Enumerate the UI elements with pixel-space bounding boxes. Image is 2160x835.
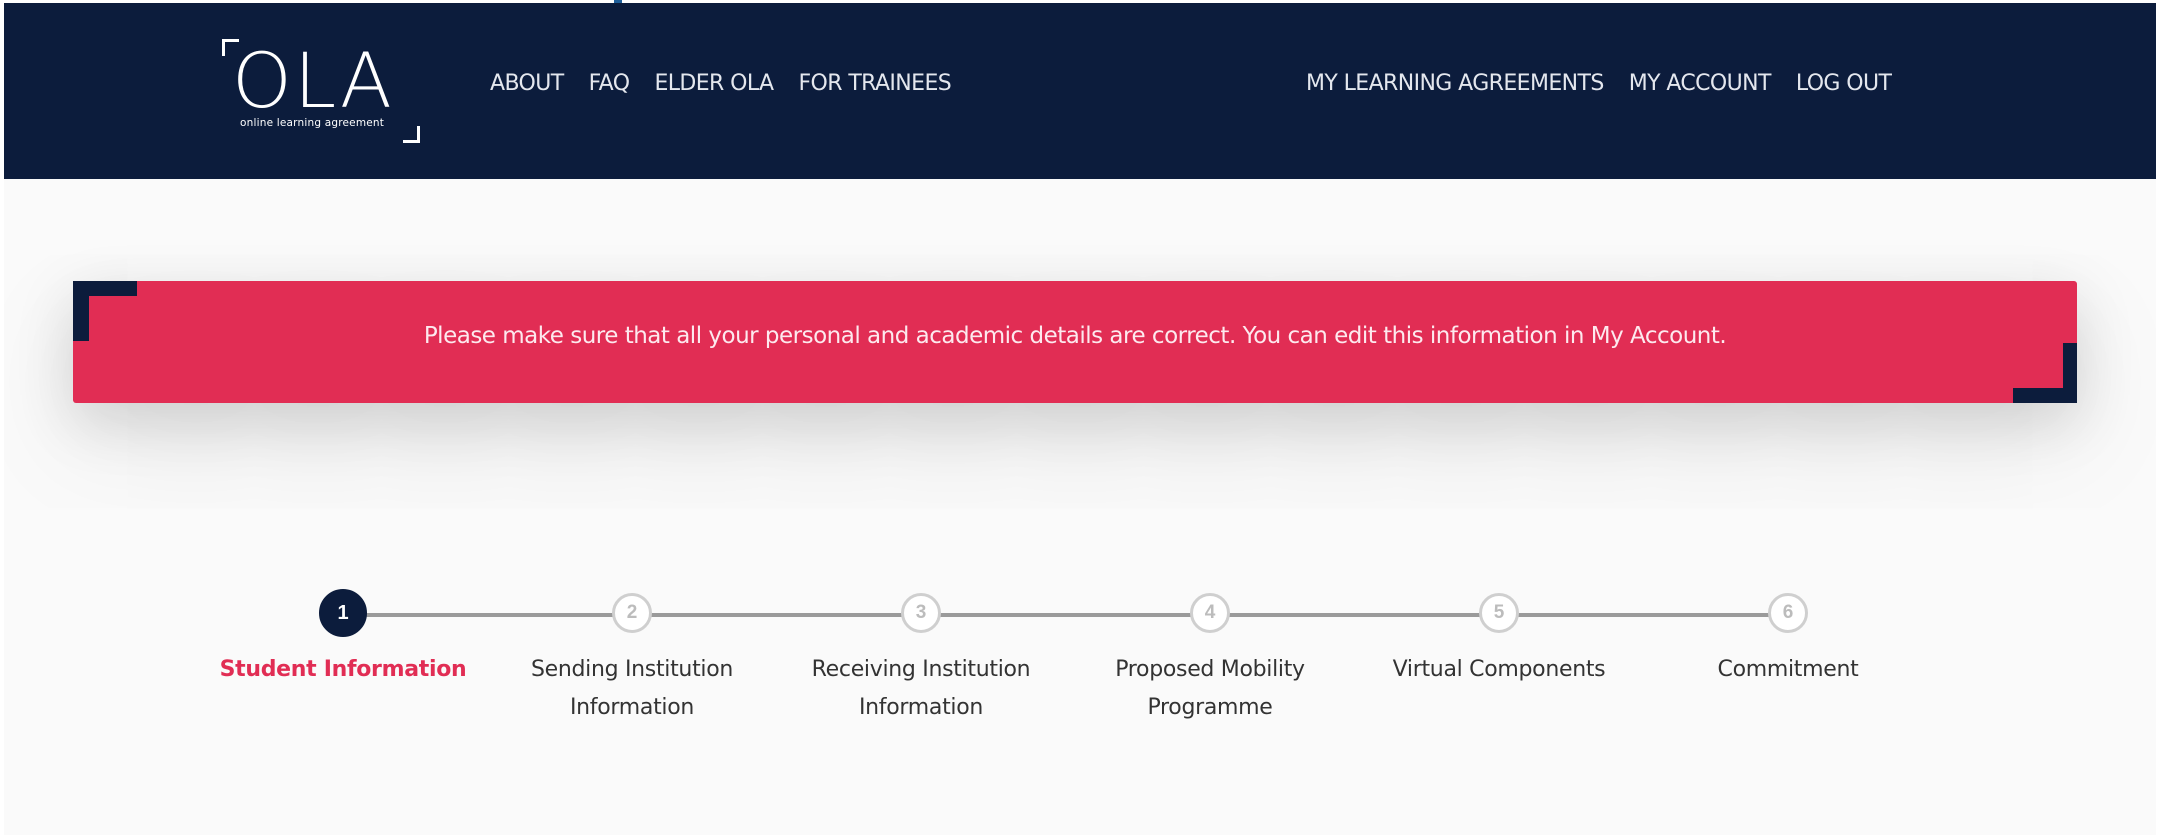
step-label-line: Virtual Components bbox=[1392, 657, 1606, 682]
step-proposed-mobility-programme[interactable]: 4 Proposed Mobility Programme bbox=[1080, 590, 1340, 727]
alert-corner-decoration bbox=[2013, 343, 2077, 403]
step-virtual-components[interactable]: 5 Virtual Components bbox=[1369, 590, 1629, 689]
step-label: Student Information bbox=[213, 651, 473, 689]
step-label-line: Programme bbox=[1147, 695, 1273, 720]
logo-tagline: online learning agreement bbox=[240, 117, 385, 129]
window-left-edge bbox=[0, 0, 4, 835]
step-number-badge: 5 bbox=[1479, 593, 1519, 633]
info-alert-banner: Please make sure that all your personal … bbox=[73, 281, 2077, 403]
step-label: Proposed Mobility Programme bbox=[1080, 651, 1340, 727]
step-number-badge: 2 bbox=[612, 593, 652, 633]
site-header: OLA online learning agreement ABOUT FAQ … bbox=[4, 3, 2156, 179]
nav-about-link[interactable]: ABOUT bbox=[490, 71, 564, 96]
step-label: Sending Institution Information bbox=[502, 651, 762, 727]
step-label-line: Sending Institution bbox=[530, 657, 734, 682]
primary-nav: ABOUT FAQ ELDER OLA FOR TRAINEES bbox=[490, 71, 976, 96]
ola-logo[interactable]: OLA online learning agreement bbox=[218, 39, 420, 143]
step-number-badge: 3 bbox=[901, 593, 941, 633]
step-number-badge: 6 bbox=[1768, 593, 1808, 633]
window-right-edge bbox=[2156, 0, 2160, 835]
alert-message: Please make sure that all your personal … bbox=[423, 323, 1727, 349]
progress-stepper: 1 Student Information 2 Sending Institut… bbox=[0, 589, 2160, 750]
step-sending-institution[interactable]: 2 Sending Institution Information bbox=[502, 590, 762, 727]
nav-log-out-link[interactable]: LOG OUT bbox=[1796, 71, 1892, 96]
nav-for-trainees-link[interactable]: FOR TRAINEES bbox=[798, 71, 951, 96]
step-student-information[interactable]: 1 Student Information bbox=[213, 589, 473, 689]
step-label: Receiving Institution Information bbox=[791, 651, 1051, 727]
nav-my-learning-agreements-link[interactable]: MY LEARNING AGREEMENTS bbox=[1306, 71, 1604, 96]
step-receiving-institution[interactable]: 3 Receiving Institution Information bbox=[791, 590, 1051, 727]
step-label-line: Receiving Institution bbox=[811, 657, 1031, 682]
nav-my-account-link[interactable]: MY ACCOUNT bbox=[1629, 71, 1772, 96]
step-label: Commitment bbox=[1658, 651, 1918, 689]
step-label: Virtual Components bbox=[1369, 651, 1629, 689]
step-label-line: Commitment bbox=[1717, 657, 1859, 682]
nav-faq-link[interactable]: FAQ bbox=[589, 71, 630, 96]
account-nav: MY LEARNING AGREEMENTS MY ACCOUNT LOG OU… bbox=[1306, 71, 1916, 96]
logo-wordmark: OLA bbox=[232, 36, 394, 125]
step-label-line: Information bbox=[858, 695, 984, 720]
step-label-line: Information bbox=[569, 695, 695, 720]
step-number-badge: 1 bbox=[319, 589, 367, 637]
logo-corner-bracket-icon bbox=[403, 126, 420, 143]
step-number-badge: 4 bbox=[1190, 593, 1230, 633]
step-commitment[interactable]: 6 Commitment bbox=[1658, 590, 1918, 689]
step-label-line: Proposed Mobility bbox=[1115, 657, 1305, 682]
step-label-line: Student Information bbox=[219, 657, 467, 682]
nav-elder-ola-link[interactable]: ELDER OLA bbox=[654, 71, 774, 96]
